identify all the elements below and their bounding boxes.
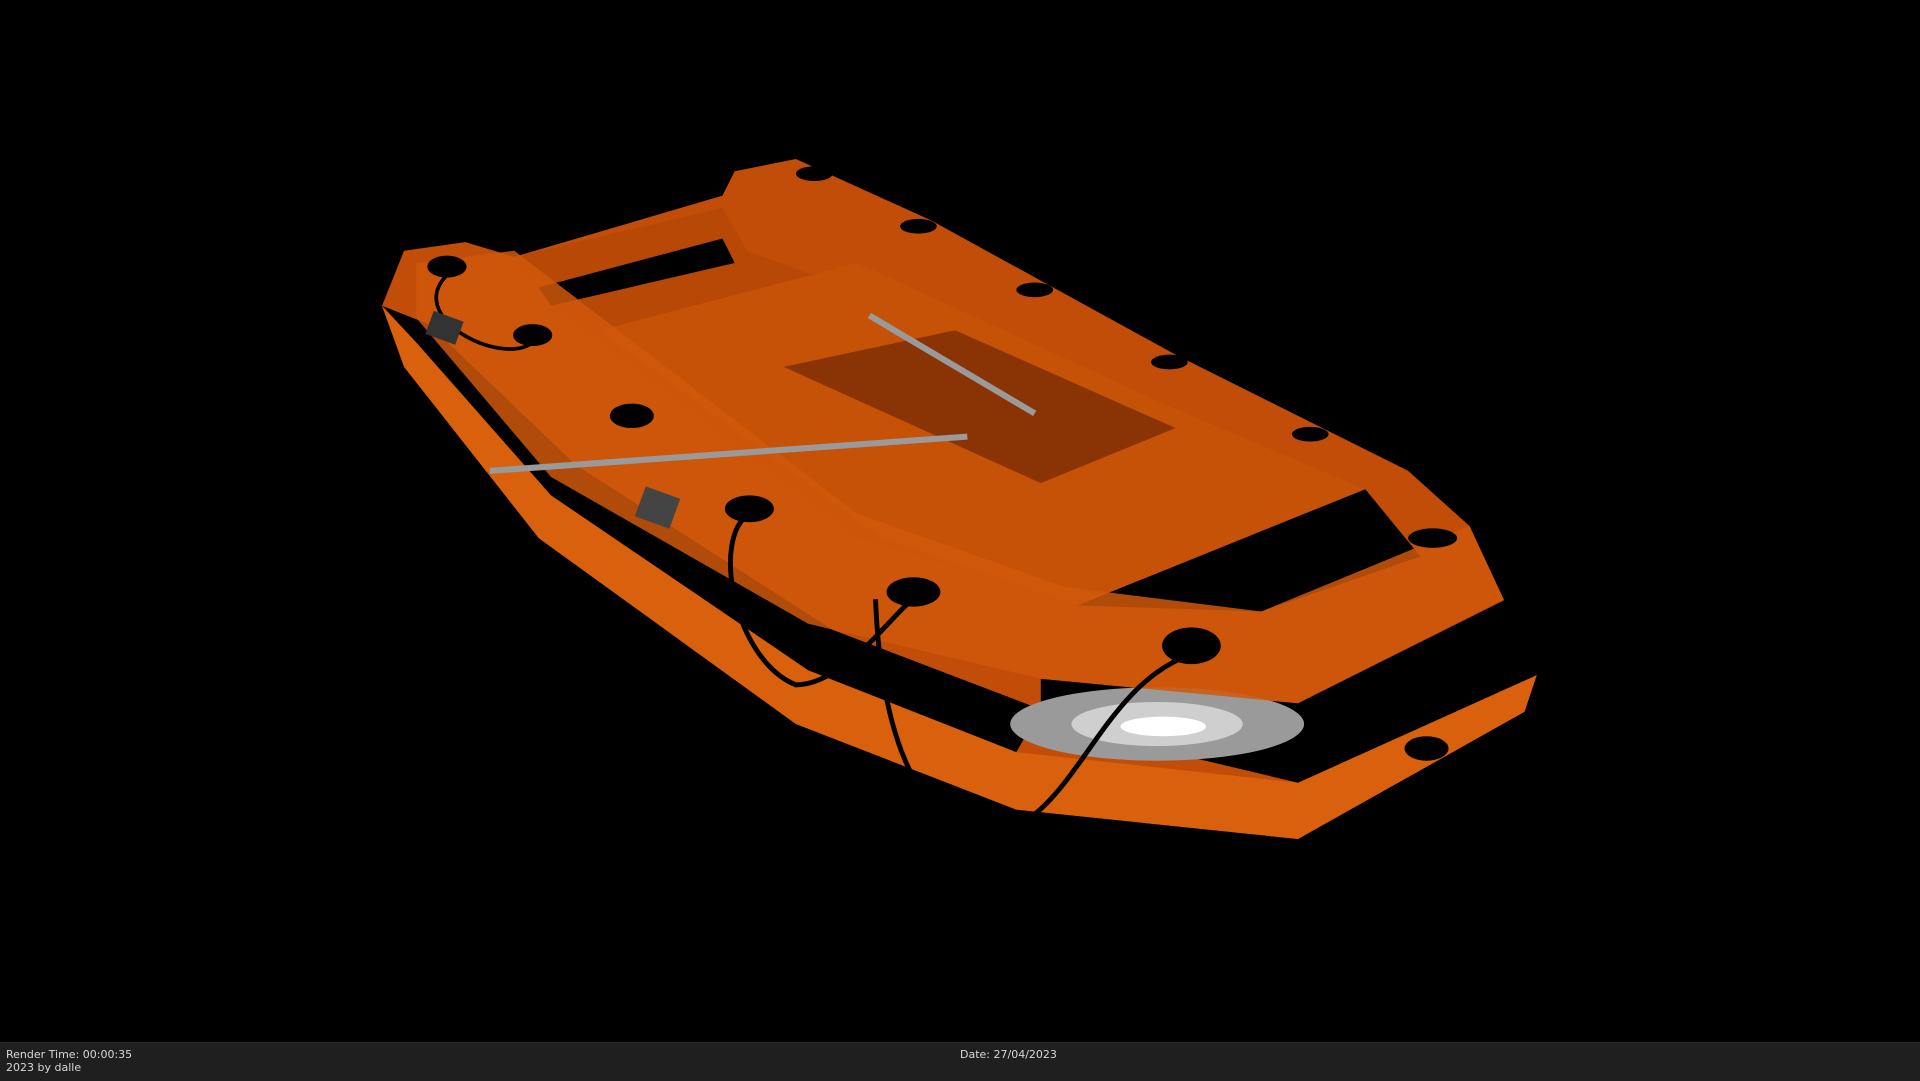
boat-hull	[382, 158, 1537, 839]
status-bar: Render Time: 00:00:35 2023 by dalle Date…	[0, 1042, 1920, 1081]
render-viewport	[0, 0, 1920, 1042]
render-time-label: Render Time: 00:00:35	[6, 1048, 133, 1061]
credit-label: 2023 by dalle	[6, 1061, 82, 1074]
boat-render	[382, 158, 1537, 839]
date-label: Date: 27/04/2023	[960, 1048, 1057, 1061]
